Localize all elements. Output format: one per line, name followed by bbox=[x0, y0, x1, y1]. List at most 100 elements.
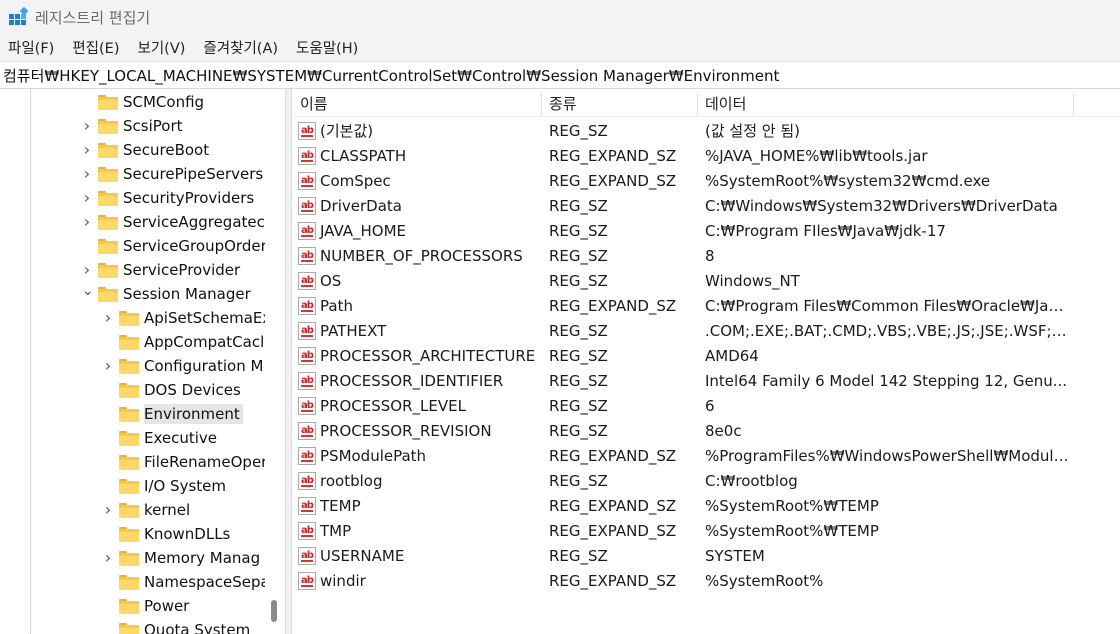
menu-edit[interactable]: 편집(E) bbox=[63, 37, 128, 58]
address-bar[interactable]: 컴퓨터₩HKEY_LOCAL_MACHINE₩SYSTEM₩CurrentCon… bbox=[0, 61, 1120, 89]
value-data: AMD64 bbox=[705, 346, 759, 365]
pane-splitter[interactable] bbox=[285, 89, 292, 634]
tree-item[interactable]: › SecureBoot bbox=[82, 138, 212, 162]
tree-item[interactable]: ⌄ Session Manager bbox=[82, 282, 254, 306]
value-name-cell: ab PATHEXT bbox=[298, 321, 386, 340]
chevron-right-icon[interactable]: › bbox=[103, 550, 113, 566]
value-row[interactable]: ab OS REG_SZ Windows_NT bbox=[292, 268, 1120, 293]
column-header-name[interactable]: 이름 bbox=[300, 89, 328, 117]
string-value-icon: ab bbox=[298, 346, 316, 365]
tree-item[interactable]: › Memory Manag bbox=[103, 546, 263, 570]
value-row[interactable]: ab (기본값) REG_SZ (값 설정 안 됨) bbox=[292, 118, 1120, 143]
value-row[interactable]: ab rootblog REG_SZ C:₩rootblog bbox=[292, 468, 1120, 493]
folder-icon bbox=[98, 238, 118, 254]
chevron-right-icon[interactable]: › bbox=[103, 310, 113, 326]
value-name: USERNAME bbox=[320, 546, 405, 565]
menu-view[interactable]: 보기(V) bbox=[129, 37, 195, 58]
value-name-cell: ab windir bbox=[298, 571, 366, 590]
value-row[interactable]: ab PROCESSOR_ARCHITECTURE REG_SZ AMD64 bbox=[292, 343, 1120, 368]
folder-icon bbox=[119, 502, 139, 518]
menu-file[interactable]: 파일(F) bbox=[0, 37, 63, 58]
tree-scrollbar-thumb[interactable] bbox=[271, 600, 277, 622]
tree-item[interactable]: ServiceGroupOrder bbox=[82, 234, 270, 258]
value-name-cell: ab JAVA_HOME bbox=[298, 221, 406, 240]
menu-help[interactable]: 도움말(H) bbox=[287, 37, 367, 58]
chevron-right-icon[interactable]: › bbox=[82, 142, 92, 158]
value-row[interactable]: ab NUMBER_OF_PROCESSORS REG_SZ 8 bbox=[292, 243, 1120, 268]
value-name-cell: ab Path bbox=[298, 296, 353, 315]
value-type: REG_EXPAND_SZ bbox=[549, 496, 677, 515]
tree-item[interactable]: › ApiSetSchemaEx bbox=[103, 306, 274, 330]
chevron-down-icon[interactable]: ⌄ bbox=[82, 284, 94, 299]
folder-icon bbox=[98, 214, 118, 230]
string-value-icon: ab bbox=[298, 446, 316, 465]
value-row[interactable]: ab windir REG_EXPAND_SZ %SystemRoot% bbox=[292, 568, 1120, 593]
value-row[interactable]: ab CLASSPATH REG_EXPAND_SZ %JAVA_HOME%₩lib₩… bbox=[292, 143, 1120, 168]
tree-item-label: Memory Manag bbox=[144, 549, 261, 567]
tree-item[interactable]: › SecurePipeServers bbox=[82, 162, 266, 186]
value-row[interactable]: ab PROCESSOR_LEVEL REG_SZ 6 bbox=[292, 393, 1120, 418]
column-header-type[interactable]: 종류 bbox=[549, 89, 577, 117]
column-header-data[interactable]: 데이터 bbox=[705, 89, 746, 117]
value-data: C:₩rootblog bbox=[705, 471, 798, 490]
value-data: 8e0c bbox=[705, 421, 742, 440]
address-path[interactable]: 컴퓨터₩HKEY_LOCAL_MACHINE₩SYSTEM₩CurrentCon… bbox=[3, 65, 779, 86]
tree-item[interactable]: › ScsiPort bbox=[82, 114, 186, 138]
tree-item[interactable]: KnownDLLs bbox=[103, 522, 233, 546]
tree-item[interactable]: › Configuration M bbox=[103, 354, 266, 378]
tree-item[interactable]: Executive bbox=[103, 426, 220, 450]
tree-item-label: Power bbox=[144, 597, 190, 615]
chevron-right-icon[interactable]: › bbox=[103, 502, 113, 518]
value-row[interactable]: ab JAVA_HOME REG_SZ C:₩Program FIles₩Java₩j… bbox=[292, 218, 1120, 243]
value-row[interactable]: ab PROCESSOR_IDENTIFIER REG_SZ Intel64 Fami… bbox=[292, 368, 1120, 393]
value-name: (기본값) bbox=[320, 122, 374, 140]
value-name: PROCESSOR_REVISION bbox=[320, 421, 492, 440]
folder-icon bbox=[119, 310, 139, 326]
value-row[interactable]: ab USERNAME REG_SZ SYSTEM bbox=[292, 543, 1120, 568]
chevron-right-icon[interactable]: › bbox=[82, 262, 92, 278]
tree-item[interactable]: AppCompatCacl bbox=[103, 330, 267, 354]
tree-item[interactable]: Power bbox=[103, 594, 192, 618]
value-name: PROCESSOR_LEVEL bbox=[320, 396, 466, 415]
value-type: REG_SZ bbox=[549, 196, 608, 215]
folder-icon bbox=[98, 262, 118, 278]
tree-item[interactable]: › SecurityProviders bbox=[82, 186, 257, 210]
tree-item[interactable]: › ServiceProvider bbox=[82, 258, 243, 282]
value-row[interactable]: ab PROCESSOR_REVISION REG_SZ 8e0c bbox=[292, 418, 1120, 443]
value-row[interactable]: ab TMP REG_EXPAND_SZ %SystemRoot%₩TEMP bbox=[292, 518, 1120, 543]
folder-icon bbox=[119, 526, 139, 542]
chevron-right-icon[interactable]: › bbox=[82, 166, 92, 182]
tree-item[interactable]: SCMConfig bbox=[82, 90, 207, 114]
key-tree[interactable]: SCMConfig › ScsiPort › SecureBoot › SecurePipe… bbox=[0, 89, 285, 634]
value-row[interactable]: ab TEMP REG_EXPAND_SZ %SystemRoot%₩TEMP bbox=[292, 493, 1120, 518]
chevron-right-icon[interactable]: › bbox=[103, 358, 113, 374]
tree-item[interactable]: Quota System bbox=[103, 618, 253, 634]
tree-item[interactable]: › ServiceAggregatec bbox=[82, 210, 268, 234]
value-row[interactable]: ab ComSpec REG_EXPAND_SZ %SystemRoot%₩syste… bbox=[292, 168, 1120, 193]
value-type: REG_SZ bbox=[549, 321, 608, 340]
tree-item[interactable]: I/O System bbox=[103, 474, 229, 498]
string-value-icon: ab bbox=[298, 421, 316, 440]
value-row[interactable]: ab DriverData REG_SZ C:₩Windows₩System32₩Dr… bbox=[292, 193, 1120, 218]
chevron-right-icon[interactable]: › bbox=[82, 118, 92, 134]
value-row[interactable]: ab PATHEXT REG_SZ .COM;.EXE;.BAT;.CMD;.VBS;… bbox=[292, 318, 1120, 343]
tree-item[interactable]: Environment bbox=[103, 402, 243, 426]
value-data: Intel64 Family 6 Model 142 Stepping 12, … bbox=[705, 371, 1068, 390]
tree-item[interactable]: FileRenameOper bbox=[103, 450, 270, 474]
value-list[interactable]: 이름 종류 데이터 ab (기본값) REG_SZ (값 설정 안 됨) ab CLASS… bbox=[292, 89, 1120, 634]
value-row[interactable]: ab Path REG_EXPAND_SZ C:₩Program Files₩Comm… bbox=[292, 293, 1120, 318]
chevron-right-icon[interactable]: › bbox=[82, 190, 92, 206]
value-name: NUMBER_OF_PROCESSORS bbox=[320, 246, 523, 265]
tree-scrollbar[interactable] bbox=[265, 89, 285, 634]
chevron-right-icon[interactable]: › bbox=[82, 214, 92, 230]
tree-item[interactable]: › kernel bbox=[103, 498, 193, 522]
tree-item[interactable]: DOS Devices bbox=[103, 378, 244, 402]
string-value-icon: ab bbox=[298, 396, 316, 415]
menu-favorites[interactable]: 즐겨찾기(A) bbox=[194, 37, 287, 58]
tree-item[interactable]: NamespaceSepa bbox=[103, 570, 273, 594]
value-row[interactable]: ab PSModulePath REG_EXPAND_SZ %ProgramFiles… bbox=[292, 443, 1120, 468]
value-name-cell: ab rootblog bbox=[298, 471, 382, 490]
